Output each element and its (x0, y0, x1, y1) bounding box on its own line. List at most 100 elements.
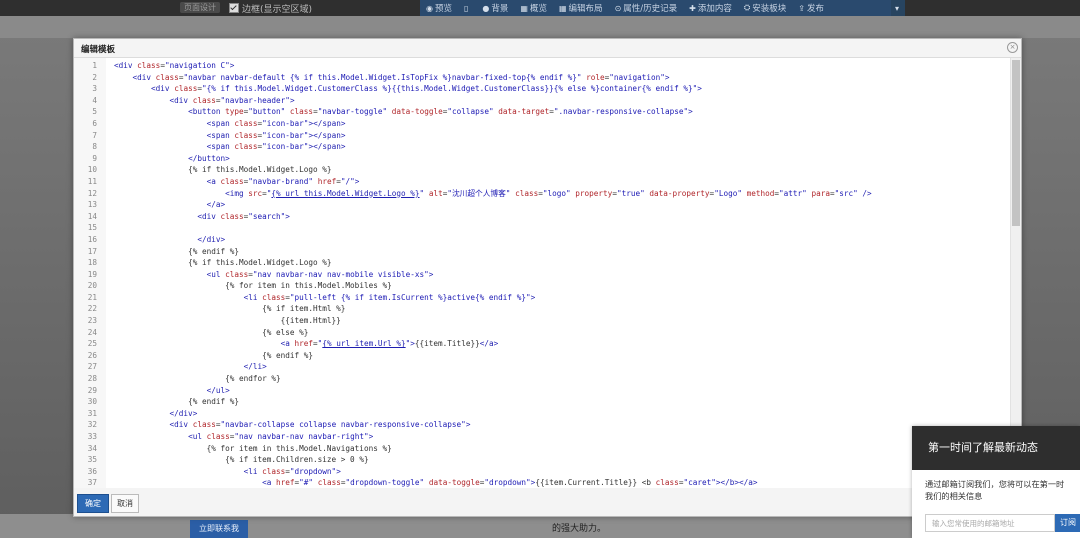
code-token-str: "icon-bar" (262, 130, 309, 140)
code-line[interactable]: 10 {% if this.Model.Widget.Logo %} (74, 164, 1009, 176)
line-text: </div> (114, 234, 225, 246)
code-line[interactable]: 25 <a href="{% url item.Url %}">{{item.T… (74, 338, 1009, 350)
code-line[interactable]: 32 <div class="navbar-collapse collapse … (74, 419, 1009, 431)
code-token-text: {% endif %} (188, 397, 239, 407)
code-line[interactable]: 26 {% endif %} (74, 350, 1009, 362)
code-token-tag: <li (243, 292, 263, 302)
code-token-tag: ></span> (308, 118, 346, 128)
line-number: 24 (87, 327, 97, 337)
code-token-attr: class (262, 466, 286, 476)
code-token-text: {% if item.Children.size > 0 %} (225, 455, 369, 465)
code-line[interactable]: 19 <ul class="nav navbar-nav nav-mobile … (74, 269, 1009, 281)
toolbar-more-dropdown[interactable]: ▾ (890, 0, 905, 16)
toolbar-button-history[interactable]: ⊙ 属性/历史记录 (609, 0, 684, 16)
code-token-attr: class (220, 211, 244, 221)
code-token-attr: class (317, 478, 341, 488)
code-token-attr: class (234, 118, 258, 128)
subscribe-button[interactable]: 订阅 (1055, 514, 1080, 532)
scrollbar-thumb[interactable] (1012, 60, 1020, 226)
code-line[interactable]: 9 </button> (74, 153, 1009, 165)
code-line[interactable]: 35 {% if item.Children.size > 0 %} (74, 454, 1009, 466)
code-token-str: "沈川超个人博客" (447, 188, 511, 198)
code-line[interactable]: 4 <div class="navbar-header"> (74, 95, 1009, 107)
code-token-str: "button" (248, 107, 286, 117)
cancel-button[interactable]: 取消 (111, 494, 139, 513)
line-number: 19 (87, 269, 97, 279)
toolbar-button-install[interactable]: ⛭ 安装板块 (738, 0, 792, 16)
code-line[interactable]: 18 {% if this.Model.Widget.Logo %} (74, 257, 1009, 269)
code-line[interactable]: 36 <li class="dropdown"> (74, 466, 1009, 478)
code-token-tag: > (530, 292, 536, 302)
top-toolbar: 页面设计 边框(显示空区域) ◉ 预览 ▯ ● 背景 ▦ 概览 ▦ 编辑布局 ⊙ 属性/历史记录 ✚ 添… (0, 0, 1080, 16)
code-token-attr: href (276, 478, 295, 488)
border-checkbox[interactable] (229, 3, 239, 13)
code-line[interactable]: 34 {% for item in this.Model.Navigations… (74, 443, 1009, 455)
code-line[interactable]: 21 <li class="pull-left {% if item.IsCur… (74, 292, 1009, 304)
code-token-tag: <li (243, 466, 263, 476)
code-line[interactable]: 3 <div class="{% if this.Model.Widget.Cu… (74, 83, 1009, 95)
toolbar-button-label: 发布 (806, 4, 824, 14)
code-token-tag: <span (206, 130, 235, 140)
code-line[interactable]: 29 </ul> (74, 385, 1009, 397)
toolbar-button-layout[interactable]: ▦ 编辑布局 (553, 0, 609, 16)
code-line[interactable]: 5 <button type="button" class="navbar-to… (74, 106, 1009, 118)
code-line[interactable]: 12 <img src="{% url this.Model.Widget.Lo… (74, 188, 1009, 200)
code-editor[interactable]: 1 <div class="navigation C"> 2 <div class=… (74, 57, 1021, 488)
code-line[interactable]: 2 <div class="navbar navbar-default {% i… (74, 72, 1009, 84)
toolbar-actions: ◉ 预览 ▯ ● 背景 ▦ 概览 ▦ 编辑布局 ⊙ 属性/历史记录 ✚ 添加内容 ⛭ 安装板块 ⇪ 发布 ▾ (420, 0, 905, 16)
subscribe-email-input[interactable]: 输入您常使用的邮箱地址 (925, 514, 1055, 532)
code-token-tag: > (368, 432, 374, 441)
code-token-text: {% endif %} (188, 246, 239, 256)
code-line[interactable]: 33 <ul class="nav navbar-nav navbar-righ… (74, 431, 1009, 443)
toolbar-button-plus[interactable]: ✚ 添加内容 (683, 0, 738, 16)
code-line[interactable]: 31 </div> (74, 408, 1009, 420)
toolbar-button-publish[interactable]: ⇪ 发布 (792, 0, 830, 16)
code-line[interactable]: 17 {% endif %} (74, 246, 1009, 258)
page-design-mode-button[interactable]: 页面设计 (180, 2, 220, 13)
border-toggle[interactable]: 边框(显示空区域) (229, 0, 312, 16)
close-icon[interactable]: × (1007, 42, 1018, 53)
code-line[interactable]: 8 <span class="icon-bar"></span> (74, 141, 1009, 153)
code-token-str: "navbar-header" (220, 95, 290, 105)
code-token-url[interactable]: {% url this.Model.Widget.Logo %} (271, 189, 419, 198)
code-line[interactable]: 28 {% endfor %} (74, 373, 1009, 385)
code-content[interactable]: 1 <div class="navigation C"> 2 <div class=… (74, 60, 1009, 488)
confirm-button[interactable]: 确定 (77, 494, 109, 513)
subscribe-desc-line-2: 我们的相关信息 (925, 491, 983, 501)
code-line[interactable]: 1 <div class="navigation C"> (74, 60, 1009, 72)
code-line[interactable]: 15 (74, 222, 1009, 234)
toolbar-button-eye[interactable]: ◉ 预览 (420, 0, 458, 16)
code-line[interactable]: 11 <a class="navbar-brand" href="/"> (74, 176, 1009, 188)
line-number: 35 (87, 455, 97, 465)
code-line[interactable]: 6 <span class="icon-bar"></span> (74, 118, 1009, 130)
code-line[interactable]: 20 {% for item in this.Model.Mobiles %} (74, 280, 1009, 292)
line-text: <div class="{% if this.Model.Widget.Cust… (114, 83, 702, 95)
code-line[interactable]: 30 {% endif %} (74, 396, 1009, 408)
toolbar-button-mobile[interactable]: ▯ (458, 0, 476, 16)
code-token-text: {{item.Current.Title}} <b (535, 478, 656, 488)
contact-button[interactable]: 立即联系我 (190, 520, 248, 538)
toolbar-button-grid[interactable]: ▦ 概览 (514, 0, 553, 16)
code-line[interactable]: 37 <a href="#" class="dropdown-toggle" d… (74, 477, 1009, 488)
code-line[interactable]: 7 <span class="icon-bar"></span> (74, 130, 1009, 142)
line-number: 27 (87, 362, 97, 372)
code-token-tag: </div> (169, 408, 198, 418)
toolbar-button-label: 背景 (491, 4, 509, 14)
code-line[interactable]: 22 {% if item.Html %} (74, 303, 1009, 315)
code-token-tag: > (428, 269, 434, 279)
code-token-attr: class (262, 292, 286, 302)
code-line[interactable]: 13 </a> (74, 199, 1009, 211)
code-line[interactable]: 27 </li> (74, 361, 1009, 373)
code-token-url[interactable]: {% url item.Url %} (322, 339, 405, 348)
line-number: 33 (87, 432, 97, 441)
vertical-scrollbar[interactable] (1010, 58, 1021, 488)
code-token-str: "Logo" (714, 188, 742, 198)
code-line[interactable]: 14 <div class="search"> (74, 211, 1009, 223)
code-line[interactable]: 16 </div> (74, 234, 1009, 246)
code-line[interactable]: 23 {{item.Html}} (74, 315, 1009, 327)
publish-icon: ⇪ (798, 3, 805, 13)
code-token-tag: </a> (206, 200, 226, 210)
code-token-text: {% for item in this.Model.Mobiles %} (225, 281, 392, 291)
toolbar-button-droplet[interactable]: ● 背景 (476, 0, 514, 16)
code-line[interactable]: 24 {% else %} (74, 327, 1009, 339)
